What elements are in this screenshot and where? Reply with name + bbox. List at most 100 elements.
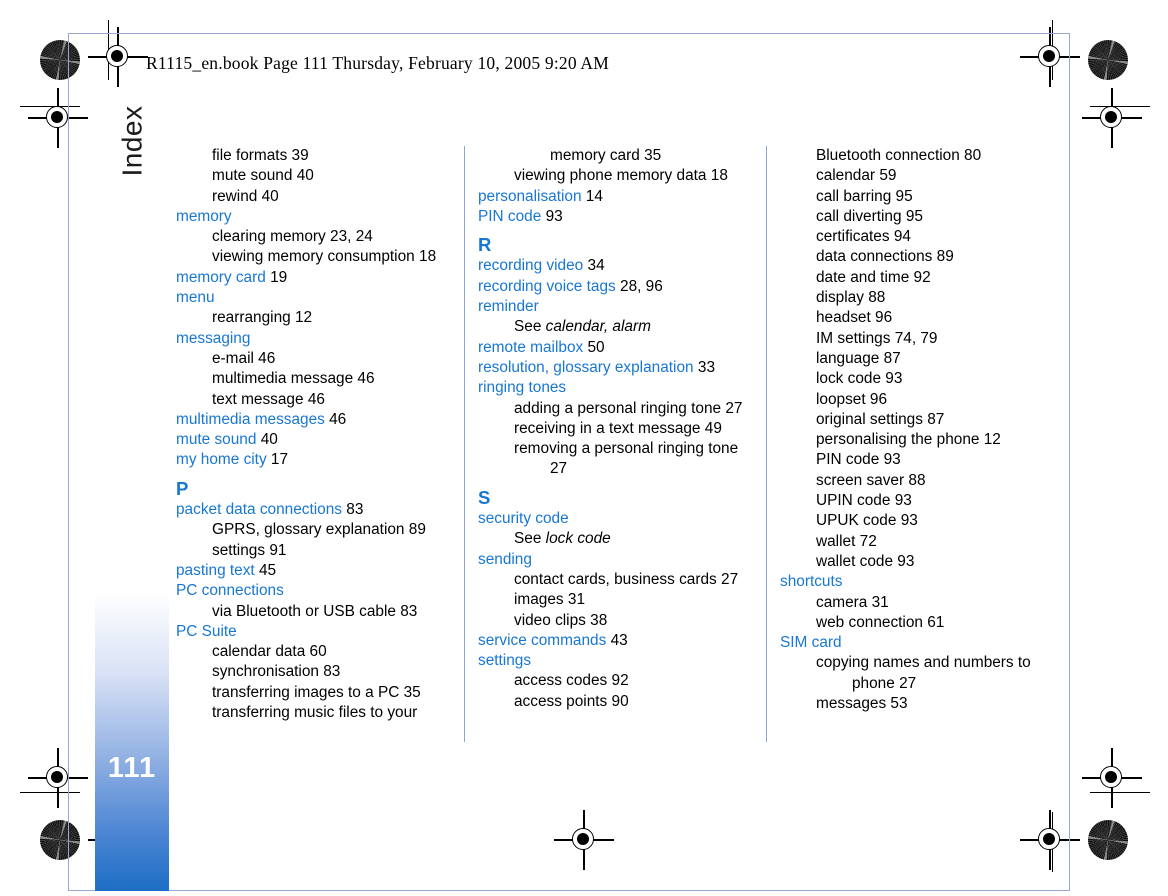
- index-page-reference[interactable]: 31: [867, 594, 889, 611]
- index-page-reference[interactable]: 39: [287, 147, 309, 164]
- index-page-reference[interactable]: 14: [582, 188, 603, 205]
- index-page-reference[interactable]: 93: [881, 370, 902, 387]
- index-main-entry: recording voice tags 28, 96: [478, 277, 753, 297]
- index-page-reference[interactable]: 83: [319, 663, 340, 680]
- index-sub-entry: video clips 38: [478, 611, 753, 631]
- index-entry-label: loopset: [816, 390, 866, 408]
- index-main-entry: personalisation 14: [478, 187, 753, 207]
- index-page-reference[interactable]: 31: [564, 591, 585, 608]
- index-entry-label: UPIN code: [816, 492, 891, 510]
- index-main-entry: pasting text 45: [176, 561, 451, 581]
- index-page-reference[interactable]: 35: [640, 147, 661, 164]
- index-page-reference[interactable]: 38: [586, 612, 607, 629]
- index-page-reference[interactable]: 45: [255, 562, 276, 579]
- index-page-reference[interactable]: 12: [291, 309, 312, 326]
- index-entry-label: recording voice tags: [478, 277, 616, 295]
- index-entry-label: contact cards, business cards: [514, 570, 717, 588]
- index-sub-entry: messages 53: [780, 694, 1055, 714]
- index-column-3: Bluetooth connection 80 calendar 59 call b…: [766, 146, 1055, 746]
- index-page-reference[interactable]: 43: [606, 632, 628, 649]
- index-page-reference[interactable]: 92: [909, 269, 931, 286]
- index-page-reference[interactable]: 27: [717, 571, 738, 588]
- index-page-reference[interactable]: 59: [875, 167, 896, 184]
- index-page-reference[interactable]: 27: [550, 460, 567, 477]
- index-page-reference[interactable]: 18: [415, 248, 436, 265]
- index-page-reference[interactable]: 17: [267, 451, 288, 468]
- index-entry-label: menu: [176, 289, 215, 307]
- index-entry-label: viewing phone memory data: [514, 167, 707, 185]
- index-page-reference[interactable]: 83: [342, 501, 363, 518]
- index-page-reference[interactable]: 95: [902, 208, 923, 225]
- index-entry-label: camera: [816, 593, 868, 611]
- index-entry-label: access points: [514, 692, 608, 710]
- index-main-entry: PC Suite: [176, 622, 451, 642]
- index-page-reference[interactable]: 46: [353, 370, 374, 387]
- color-rosette-bottom-right: [1088, 820, 1128, 860]
- index-page-reference[interactable]: 74, 79: [890, 330, 938, 347]
- index-sub-entry: UPUK code 93: [780, 511, 1055, 531]
- index-page-reference[interactable]: 88: [904, 472, 925, 489]
- index-page-reference[interactable]: 80: [960, 147, 981, 164]
- index-entry-label: calendar: [816, 167, 876, 185]
- index-page-reference[interactable]: 93: [893, 553, 914, 570]
- index-page-reference[interactable]: 93: [890, 492, 912, 509]
- index-sub-entry: clearing memory 23, 24: [176, 227, 451, 247]
- index-sub-entry: headset 96: [780, 308, 1055, 328]
- index-page-reference[interactable]: 18: [707, 167, 728, 184]
- index-page-reference[interactable]: 27: [895, 675, 916, 692]
- index-entry-label: transferring music files to your: [212, 704, 418, 722]
- index-sub-entry: copying names and numbers to phone 27: [780, 653, 1055, 694]
- index-page-reference[interactable]: 94: [890, 228, 911, 245]
- index-page-reference[interactable]: 93: [541, 208, 563, 225]
- index-entry-label: GPRS, glossary explanation: [212, 521, 405, 539]
- index-entry-label: settings: [478, 652, 532, 670]
- index-sub-entry: language 87: [780, 349, 1055, 369]
- index-entry-label: memory: [176, 207, 232, 225]
- index-page-reference[interactable]: 35: [399, 684, 421, 701]
- index-page-reference[interactable]: 12: [979, 431, 1001, 448]
- index-sub-entry: access points 90: [478, 692, 753, 712]
- index-entry-label: web connection: [816, 613, 923, 631]
- index-page-reference[interactable]: 27: [721, 400, 742, 417]
- index-page-reference[interactable]: 46: [304, 391, 325, 408]
- index-entry-label: video clips: [514, 611, 586, 629]
- index-page-reference[interactable]: 34: [583, 257, 605, 274]
- index-page-reference[interactable]: 95: [891, 188, 913, 205]
- index-page-reference[interactable]: 90: [607, 693, 629, 710]
- index-page-reference[interactable]: 49: [701, 420, 722, 437]
- index-page-reference[interactable]: 53: [886, 695, 907, 712]
- index-page-reference[interactable]: 60: [305, 643, 327, 660]
- index-page-reference[interactable]: 40: [257, 188, 279, 205]
- registration-mark-top-inner: [88, 27, 148, 87]
- index-entry-label: receiving in a text message: [514, 419, 701, 437]
- index-page-reference[interactable]: 72: [855, 533, 877, 550]
- index-page-reference[interactable]: 40: [256, 431, 278, 448]
- index-page-reference[interactable]: 96: [866, 391, 887, 408]
- index-page-reference[interactable]: 19: [266, 269, 287, 286]
- index-entry-label: reminder: [478, 298, 539, 316]
- index-page-reference[interactable]: 91: [265, 542, 286, 559]
- index-page-reference[interactable]: 46: [325, 411, 346, 428]
- index-page-reference[interactable]: 28, 96: [616, 278, 663, 295]
- index-page-reference[interactable]: 93: [896, 512, 918, 529]
- index-page-reference[interactable]: 96: [871, 309, 892, 326]
- index-sub-entry: wallet code 93: [780, 552, 1055, 572]
- index-page-reference[interactable]: 88: [864, 289, 885, 306]
- index-page-reference[interactable]: 87: [879, 350, 901, 367]
- index-page-reference[interactable]: 93: [879, 451, 901, 468]
- index-page-reference[interactable]: 61: [923, 614, 944, 631]
- index-page-reference[interactable]: 33: [694, 359, 715, 376]
- index-page-reference[interactable]: 92: [607, 672, 629, 689]
- index-page-reference[interactable]: 87: [923, 411, 944, 428]
- registration-mark-bottom-center: [554, 810, 614, 870]
- index-page-reference[interactable]: 46: [254, 350, 275, 367]
- index-page-reference[interactable]: 89: [404, 521, 426, 538]
- index-page-reference[interactable]: 83: [396, 603, 417, 620]
- column-rule-1: [464, 146, 465, 742]
- index-main-entry: reminder: [478, 297, 753, 317]
- index-page-reference[interactable]: 40: [292, 167, 314, 184]
- index-page-reference[interactable]: 89: [932, 248, 954, 265]
- index-page-reference[interactable]: 23, 24: [326, 228, 373, 245]
- index-entry-label: wallet code: [816, 552, 893, 570]
- index-page-reference[interactable]: 50: [583, 339, 604, 356]
